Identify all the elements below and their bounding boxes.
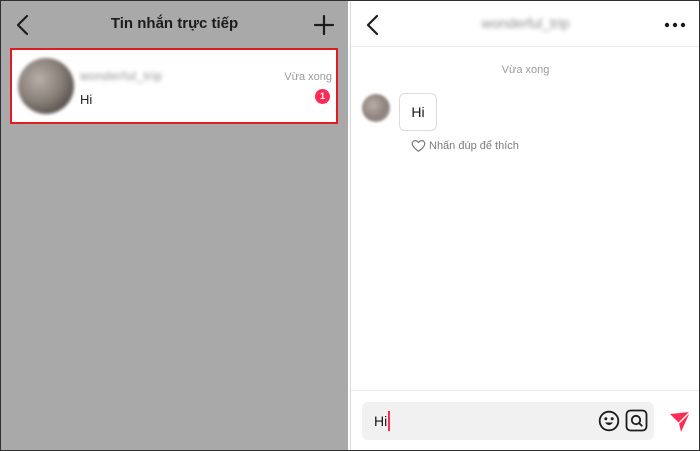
message-bubble[interactable]: Hi bbox=[399, 93, 437, 131]
plus-icon[interactable] bbox=[313, 14, 335, 36]
message-input-value: Hi bbox=[374, 413, 388, 429]
unread-badge: 1 bbox=[315, 89, 330, 104]
text-caret bbox=[388, 411, 390, 431]
page-title: Tin nhắn trực tiếp bbox=[110, 15, 239, 32]
conversation-item[interactable]: wonderful_trip Hi Vừa xong 1 bbox=[10, 48, 338, 124]
like-hint-label: Nhấn đúp để thích bbox=[429, 140, 519, 152]
avatar[interactable] bbox=[362, 94, 390, 122]
chat-header: wonderful_trip bbox=[351, 1, 699, 47]
app-frame: Tin nhắn trực tiếp wonderful_trip Hi Vừa… bbox=[0, 0, 700, 451]
conversation-name: wonderful_trip bbox=[80, 69, 163, 83]
mention-icon[interactable] bbox=[625, 409, 648, 432]
avatar bbox=[18, 58, 74, 114]
inbox-header: Tin nhắn trực tiếp bbox=[1, 1, 348, 47]
conversation-time: Vừa xong bbox=[284, 71, 332, 83]
heart-icon bbox=[411, 140, 426, 152]
message-input[interactable]: Hi bbox=[362, 402, 654, 440]
send-icon[interactable] bbox=[668, 410, 692, 434]
message-input-bar: Hi bbox=[351, 390, 699, 450]
chat-contact-name: wonderful_trip bbox=[481, 15, 570, 31]
like-hint: Nhấn đúp để thích bbox=[411, 139, 519, 153]
inbox-panel: Tin nhắn trực tiếp wonderful_trip Hi Vừa… bbox=[1, 1, 348, 450]
more-icon[interactable] bbox=[664, 15, 686, 35]
conversation-preview: Hi bbox=[80, 92, 93, 107]
chat-panel: wonderful_trip Vừa xong Hi Nhấn đúp để t… bbox=[350, 1, 699, 450]
emoji-icon[interactable] bbox=[598, 410, 620, 432]
chat-timestamp: Vừa xong bbox=[501, 64, 550, 76]
